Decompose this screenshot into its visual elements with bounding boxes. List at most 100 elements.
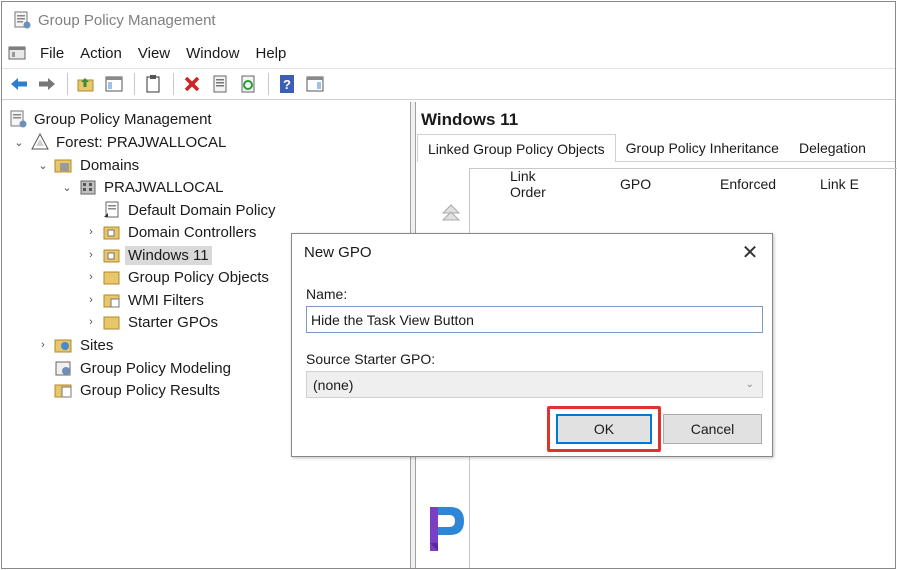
grid-header: Link Order GPO Enforced Link E [470,168,897,200]
tree-label: Group Policy Modeling [80,359,231,377]
expand-chevron-icon[interactable]: › [84,294,98,306]
chevron-down-icon: ⌄ [745,379,754,390]
details-tabs: Linked Group Policy Objects Group Policy… [417,134,895,162]
show-action-pane-button[interactable] [302,71,328,97]
toolbar-separator [268,73,269,95]
help-button[interactable]: ? [274,71,300,97]
tree-item-domains[interactable]: ⌄ Domains [36,154,139,176]
collapse-chevron-icon[interactable]: ⌄ [12,136,26,149]
tree-label: Group Policy Objects [128,268,269,286]
forward-arrow-icon [39,78,55,90]
refresh-icon [241,75,255,93]
back-button[interactable] [6,71,32,97]
tree-item-wmi-filters[interactable]: › WMI Filters [84,289,204,311]
forest-icon [31,133,49,150]
tree-label: Starter GPOs [128,313,219,331]
sites-icon [54,339,72,353]
modeling-icon [55,361,71,376]
paste-button[interactable] [140,71,166,97]
console-tree-icon [105,76,123,92]
expand-chevron-icon[interactable]: › [84,249,98,261]
domains-icon [54,159,72,173]
tree-label: WMI Filters [128,291,204,309]
source-starter-gpo-select[interactable]: (none) ⌄ [306,371,763,398]
action-pane-icon [306,76,324,92]
tab-linked-gpos[interactable]: Linked Group Policy Objects [417,134,616,162]
up-one-level-button[interactable] [73,71,99,97]
refresh-button[interactable] [235,71,261,97]
tree-item-starter-gpos[interactable]: › Starter GPOs [84,311,218,333]
gpmc-app-icon [14,11,31,29]
delete-x-icon [184,76,200,92]
ok-button-highlight [547,406,661,452]
gpo-link-icon [104,201,119,218]
tab-gp-inheritance[interactable]: Group Policy Inheritance [615,134,789,162]
folder-up-icon [77,78,94,92]
back-arrow-icon [11,78,27,90]
tree-item-domain[interactable]: ⌄ PRAJWALLOCAL [60,176,223,198]
ou-folder-icon [103,226,120,240]
menu-action[interactable]: Action [74,45,132,62]
col-link-enabled[interactable]: Link E [810,176,870,192]
results-icon [54,384,72,398]
close-icon: ✕ [741,241,759,264]
expand-chevron-icon[interactable]: › [36,339,50,351]
move-up-icon [441,204,461,221]
tree-label: PRAJWALLOCAL [104,178,224,196]
name-label: Name: [306,286,348,302]
expand-chevron-icon[interactable]: › [84,226,98,238]
tree-item-gp-results[interactable]: Group Policy Results [36,379,220,401]
mmc-console-icon[interactable] [8,44,28,62]
menu-help[interactable]: Help [249,45,296,62]
domain-icon [80,180,96,195]
details-title: Windows 11 [421,110,519,129]
tree-item-group-policy-objects[interactable]: › Group Policy Objects [84,266,269,288]
tree-item-sites[interactable]: › Sites [36,334,113,356]
clipboard-icon [146,75,160,93]
tree-item-gp-modeling[interactable]: Group Policy Modeling [36,357,231,379]
menu-file[interactable]: File [34,45,74,62]
tree-item-forest[interactable]: ⌄ Forest: PRAJWALLOCAL [12,131,226,153]
tree-item-default-domain-policy[interactable]: Default Domain Policy [84,199,276,221]
collapse-chevron-icon[interactable]: ⌄ [60,181,74,194]
collapse-chevron-icon[interactable]: ⌄ [36,159,50,172]
ou-folder-icon [103,249,120,263]
wmi-folder-icon [103,294,120,308]
expand-chevron-icon[interactable]: › [84,316,98,328]
col-enforced[interactable]: Enforced [720,176,810,192]
tree-item-root[interactable]: Group Policy Management [8,108,212,130]
prajwal-logo-icon [430,507,464,551]
tree-label: Domain Controllers [128,223,257,241]
move-link-up-button[interactable] [441,202,461,227]
toolbar-separator [173,73,174,95]
cancel-button[interactable]: Cancel [663,414,762,444]
delete-button[interactable] [179,71,205,97]
source-starter-gpo-label: Source Starter GPO: [306,351,436,367]
toolbar: ? [2,68,895,100]
dialog-close-button[interactable]: ✕ [738,240,762,264]
gpo-name-input[interactable] [306,306,763,333]
window-title: Group Policy Management [38,11,216,29]
show-hide-tree-button[interactable] [101,71,127,97]
col-link-order[interactable]: Link Order [470,168,570,200]
tree-label: Sites [80,336,114,354]
new-gpo-dialog: New GPO ✕ Name: Source Starter GPO: (non… [291,233,773,457]
tree-item-domain-controllers[interactable]: › Domain Controllers [84,221,256,243]
tree-label: Group Policy Management [34,110,212,128]
tree-label: Default Domain Policy [128,201,276,219]
tree-label: Windows 11 [125,245,212,265]
menu-view[interactable]: View [132,45,180,62]
expand-chevron-icon[interactable]: › [84,271,98,283]
forward-button[interactable] [34,71,60,97]
col-gpo[interactable]: GPO [570,176,720,192]
tab-delegation[interactable]: Delegation [788,134,876,162]
svg-text:?: ? [283,77,291,92]
toolbar-separator [67,73,68,95]
properties-icon [213,75,227,93]
gpmc-root-icon [10,110,27,128]
menu-window[interactable]: Window [180,45,249,62]
tree-item-windows-11[interactable]: › Windows 11 [84,244,212,266]
starter-gpo-folder-icon [103,316,120,330]
properties-button[interactable] [207,71,233,97]
dialog-title: New GPO [304,244,372,261]
